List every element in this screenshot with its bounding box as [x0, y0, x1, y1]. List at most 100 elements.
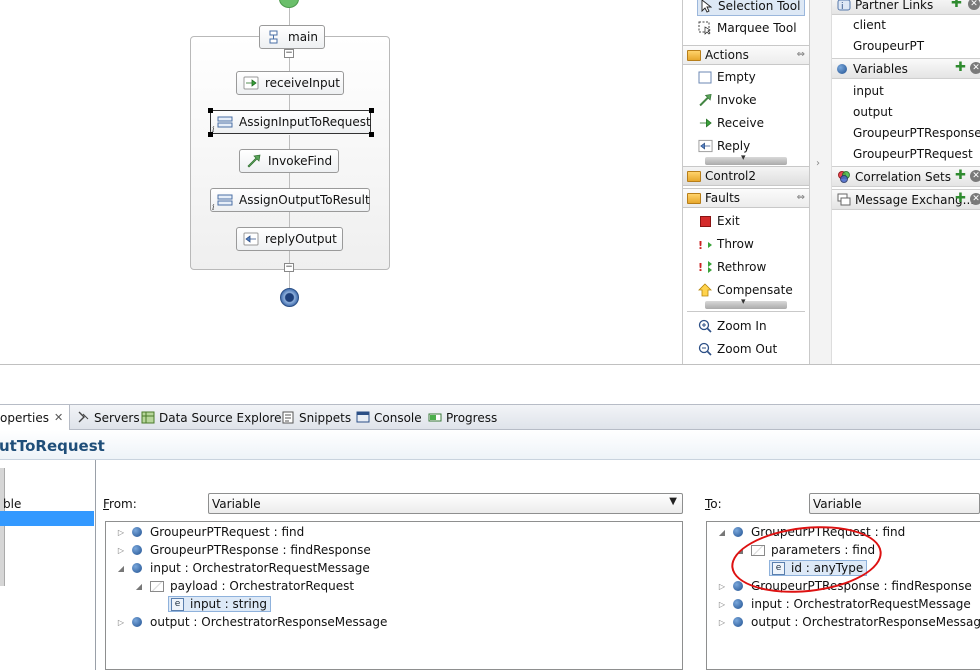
to-tree-row[interactable]: ▷ output : OrchestratorResponseMessage	[717, 613, 980, 631]
collapsed-arrow-icon[interactable]: ▷	[717, 600, 727, 609]
assign-icon	[217, 194, 233, 206]
section-partner-links[interactable]: i Partner Links ✚ ✕	[832, 0, 980, 15]
palette-item-label: Empty	[717, 70, 756, 84]
to-type-select[interactable]: Variable	[809, 493, 980, 514]
to-tree-row[interactable]: ▷ input : OrchestratorRequestMessage	[717, 595, 971, 613]
from-variable-tree[interactable]: ▷ GroupeurPTRequest : find ▷ GroupeurPTResp…	[105, 521, 683, 670]
variable-item[interactable]: GroupeurPTResponse	[853, 126, 980, 140]
from-tree-row[interactable]: ▷ output : OrchestratorResponseMessage	[116, 613, 387, 631]
remove-icon[interactable]: ✕	[970, 62, 980, 74]
palette-selection-tool[interactable]: Selection Tool	[697, 0, 806, 16]
element-icon: e	[171, 597, 184, 611]
from-tree-row[interactable]: ◢ payload : OrchestratorRequest	[134, 577, 354, 595]
section-list-edge	[0, 468, 5, 586]
collapsed-arrow-icon[interactable]: ▷	[717, 582, 727, 591]
from-type-select[interactable]: Variable ▼	[208, 493, 683, 514]
variable-item[interactable]: GroupeurPTRequest	[853, 147, 973, 161]
palette-invoke[interactable]: Invoke	[697, 90, 757, 110]
tree-row-label: output : OrchestratorResponseMessage	[751, 615, 980, 629]
collapse-toggle[interactable]: −	[284, 263, 294, 272]
tab-data-source-explorer[interactable]: Data Source Explorer	[141, 405, 286, 430]
expanded-arrow-icon[interactable]: ◢	[116, 564, 126, 573]
palette-receive[interactable]: Receive	[697, 113, 764, 133]
add-icon[interactable]: ✚	[951, 0, 962, 10]
from-type-value: Variable	[212, 497, 261, 511]
activity-InvokeFind[interactable]: InvokeFind	[239, 149, 339, 173]
palette-rethrow[interactable]: ! Rethrow	[697, 257, 767, 277]
collapsed-arrow-icon[interactable]: ▷	[717, 618, 727, 627]
add-icon[interactable]: ✚	[955, 192, 966, 205]
compensate-icon	[697, 283, 713, 298]
close-icon[interactable]: ✕	[54, 411, 63, 424]
tab-console[interactable]: Console	[356, 405, 422, 430]
collapse-toggle[interactable]: −	[284, 49, 294, 58]
selection-handle[interactable]	[369, 108, 374, 113]
chevron-right-icon[interactable]: ›	[816, 158, 820, 169]
add-icon[interactable]: ✚	[955, 169, 966, 182]
tab-snippets[interactable]: Snippets	[281, 405, 351, 430]
partner-link-icon: i	[837, 0, 851, 12]
section-message-exchanges[interactable]: Message Exchang... ✚ ✕	[832, 189, 980, 210]
palette-throw[interactable]: ! Throw	[697, 234, 754, 254]
remove-icon[interactable]: ✕	[970, 170, 980, 182]
section-list-item-selected[interactable]	[0, 511, 94, 526]
variable-item[interactable]: input	[853, 84, 884, 98]
zoom-out-icon	[697, 342, 713, 357]
data-source-icon	[141, 411, 155, 424]
palette-item-label: Zoom Out	[717, 342, 778, 356]
process-canvas[interactable]: main − receiveInput AssignInputToRequest…	[0, 0, 682, 364]
sequence-label: main	[288, 30, 318, 44]
palette-zoom-in[interactable]: Zoom In	[697, 316, 767, 336]
partner-link-item[interactable]: client	[853, 18, 886, 32]
remove-icon[interactable]: ✕	[968, 0, 980, 10]
drawer-faults[interactable]: Faults ⇔	[683, 188, 809, 208]
start-node[interactable]	[279, 0, 299, 8]
palette-splitter[interactable]: ›	[810, 0, 832, 364]
activity-AssignInputToRequest[interactable]: AssignInputToRequest	[210, 110, 371, 134]
palette-scroll-down[interactable]	[705, 297, 787, 309]
pin-icon[interactable]: ⇔	[797, 192, 805, 203]
partner-link-item[interactable]: GroupeurPT	[853, 39, 924, 53]
receive-icon	[697, 116, 713, 131]
collapsed-arrow-icon[interactable]: ▷	[116, 528, 126, 537]
palette-zoom-out[interactable]: Zoom Out	[697, 339, 777, 359]
chevron-down-icon[interactable]: ▼	[669, 496, 677, 507]
from-tree-row[interactable]: ▷ GroupeurPTRequest : find	[116, 523, 304, 541]
from-tree-row[interactable]: ▷ GroupeurPTResponse : findResponse	[116, 541, 371, 559]
expanded-arrow-icon[interactable]: ◢	[717, 528, 727, 537]
collapsed-arrow-icon[interactable]: ▷	[116, 546, 126, 555]
from-tree-row[interactable]: ◢ input : OrchestratorRequestMessage	[116, 559, 370, 577]
selection-handle[interactable]	[208, 108, 213, 113]
collapsed-arrow-icon[interactable]: ▷	[116, 618, 126, 627]
section-list-item[interactable]: ble	[3, 497, 21, 511]
palette-scroll-down[interactable]	[705, 153, 787, 165]
palette-marquee-tool[interactable]: Marquee Tool	[697, 18, 797, 38]
from-tree-row[interactable]: e input : string	[152, 595, 271, 613]
sequence-main[interactable]: main	[259, 25, 325, 49]
end-node[interactable]	[280, 288, 299, 307]
drawer-actions[interactable]: Actions ⇔	[683, 45, 809, 65]
section-correlation-sets[interactable]: Correlation Sets ✚ ✕	[832, 166, 980, 187]
selection-handle[interactable]	[369, 132, 374, 137]
tab-progress[interactable]: Progress	[428, 405, 497, 430]
svg-text:!: !	[698, 239, 703, 251]
section-variables[interactable]: Variables ✚ ✕	[832, 58, 980, 79]
add-icon[interactable]: ✚	[955, 61, 966, 74]
activity-AssignOutputToResult[interactable]: AssignOutputToResult	[210, 188, 370, 212]
palette-exit[interactable]: Exit	[697, 211, 740, 231]
pin-icon[interactable]: ⇔	[797, 49, 805, 60]
message-part-icon	[150, 580, 164, 592]
palette-empty[interactable]: Empty	[697, 67, 756, 87]
activity-receiveInput[interactable]: receiveInput	[236, 71, 344, 95]
drawer-control[interactable]: Control2	[683, 166, 809, 186]
receive-icon	[243, 76, 259, 90]
info-marker-icon: i	[212, 125, 215, 134]
tree-row-highlight[interactable]: e input : string	[168, 596, 271, 612]
activity-replyOutput[interactable]: replyOutput	[236, 227, 343, 251]
variable-item[interactable]: output	[853, 105, 893, 119]
tree-row-label: input : OrchestratorRequestMessage	[751, 597, 971, 611]
expanded-arrow-icon[interactable]: ◢	[134, 582, 144, 591]
tab-properties[interactable]: operties ✕	[0, 405, 71, 430]
remove-icon[interactable]: ✕	[970, 193, 980, 205]
tab-servers[interactable]: Servers	[76, 405, 140, 430]
